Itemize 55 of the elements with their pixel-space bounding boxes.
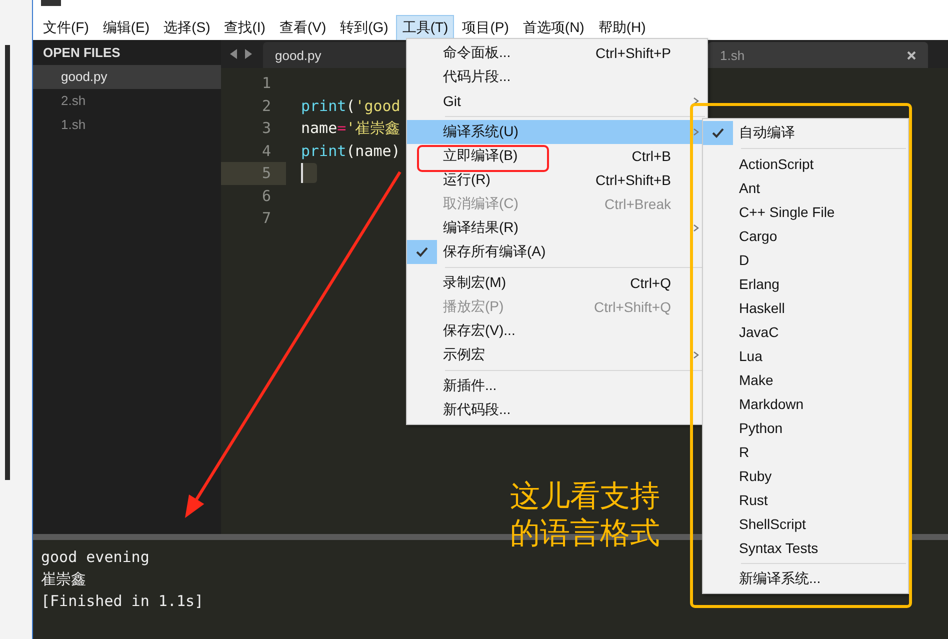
check-icon xyxy=(711,127,725,139)
menu-bar-item[interactable]: 查看(V) xyxy=(273,14,332,40)
menu-item[interactable]: Rust xyxy=(703,488,908,512)
check-icon xyxy=(415,246,429,258)
menu-bar-item[interactable]: 转到(G) xyxy=(334,14,394,40)
menu-bar-item[interactable]: 选择(S) xyxy=(158,14,216,40)
menu-item[interactable]: ShellScript xyxy=(703,512,908,536)
menu-item[interactable]: JavaC xyxy=(703,320,908,344)
editor-tab[interactable]: 1.sh xyxy=(708,42,928,68)
menu-bar-item[interactable]: 项目(P) xyxy=(456,14,515,40)
line-number: 2 xyxy=(260,96,272,117)
menu-bar-item[interactable]: 工具(T) xyxy=(396,14,454,40)
line-number: 1 xyxy=(260,73,272,94)
line-number: 6 xyxy=(260,186,272,207)
menu-item[interactable]: D xyxy=(703,248,908,272)
menu-bar-item[interactable]: 文件(F) xyxy=(37,14,95,40)
text-cursor xyxy=(301,163,317,184)
annotation-text: 这儿看支持 xyxy=(510,480,660,513)
menu-item[interactable]: R xyxy=(703,440,908,464)
line-number: 3 xyxy=(260,118,272,140)
line-number: 4 xyxy=(260,140,272,162)
menu-item[interactable]: Ruby xyxy=(703,464,908,488)
line-number: 7 xyxy=(260,208,272,230)
file-item[interactable]: 2.sh xyxy=(33,89,221,113)
menu-bar-item[interactable]: 首选项(N) xyxy=(516,14,590,40)
menu-item[interactable]: C++ Single File xyxy=(703,200,908,224)
menu-item[interactable]: Ant xyxy=(703,176,908,200)
menu-item[interactable]: 代码片段... xyxy=(407,65,707,89)
menu-item[interactable]: Erlang xyxy=(703,272,908,296)
menu-item[interactable]: Syntax Tests xyxy=(703,536,908,560)
menu-item[interactable]: 新编译系统... xyxy=(703,567,908,591)
file-item[interactable]: 1.sh xyxy=(33,113,221,137)
menu-item[interactable]: Lua xyxy=(703,344,908,368)
menu-item[interactable]: Git xyxy=(407,89,707,113)
app-icon xyxy=(41,0,61,6)
close-icon[interactable] xyxy=(907,50,916,60)
output-line: good evening xyxy=(41,548,150,566)
menu-item[interactable]: Cargo xyxy=(703,224,908,248)
menu-item[interactable]: Make xyxy=(703,368,908,392)
menu-item[interactable]: Markdown xyxy=(703,392,908,416)
menu-item[interactable]: Haskell xyxy=(703,296,908,320)
menu-bar-item[interactable]: 帮助(H) xyxy=(592,14,652,40)
menu-item[interactable]: ActionScript xyxy=(703,152,908,176)
menu-item[interactable]: Python xyxy=(703,416,908,440)
code-line: print('good xyxy=(301,96,400,115)
sidebar-title: OPEN FILES xyxy=(42,44,122,62)
menu-bar-item[interactable]: 查找(I) xyxy=(218,14,272,40)
annotation-text: 的语言格式 xyxy=(510,517,660,550)
line-number: 5 xyxy=(221,162,286,184)
output-line: [Finished in 1.1s] xyxy=(41,592,204,610)
code-line: name='崔崇鑫 xyxy=(301,118,400,138)
file-item[interactable]: good.py xyxy=(33,65,221,89)
menu-bar-item[interactable]: 编辑(E) xyxy=(96,14,156,40)
code-line: print(name) xyxy=(301,142,400,160)
output-line: 崔崇鑫 xyxy=(41,570,86,588)
